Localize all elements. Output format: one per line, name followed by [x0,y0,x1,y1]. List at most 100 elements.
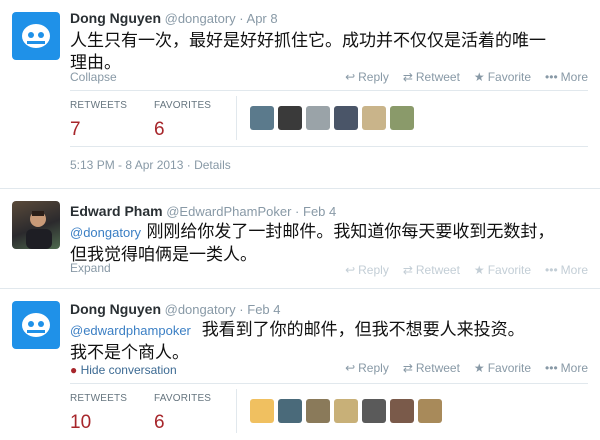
author-name[interactable]: Dong Nguyen [70,10,161,26]
separator-dot: · [239,302,244,317]
favoriter-avatars [250,106,414,130]
favorite-button[interactable]: ★ Favorite [474,263,531,277]
favoriter-avatar[interactable] [362,106,386,130]
favoriter-avatar[interactable] [306,399,330,423]
retweets-count: 10 [70,412,92,433]
author-name[interactable]: Edward Pham [70,203,163,219]
divider [70,146,588,147]
reply-icon: ↩ [345,70,356,84]
tweet-text-line: @dongatory 刚刚给你发了一封邮件。我知道你每天要收到无数封， [70,221,554,244]
reply-icon: ↩ [345,361,356,375]
favorites-count: 6 [154,412,165,433]
author-handle[interactable]: @dongatory [165,302,236,317]
tweet-stats: RETWEETS 10 FAVORITES 6 [70,393,238,434]
retweet-button[interactable]: ⇄ Retweet [403,70,460,84]
retweets-label: RETWEETS [70,393,128,404]
retweet-icon: ⇄ [402,361,413,375]
ellipsis-icon: ••• [545,361,558,375]
more-button[interactable]: ••• More [545,70,588,84]
tweet-header: Dong Nguyen @dongatory · Apr 8 [70,10,278,26]
retweet-label: Retweet [415,361,460,375]
ellipsis-icon: ••• [545,70,558,84]
favorite-label: Favorite [487,361,532,375]
tweet-date[interactable]: Apr 8 [247,11,278,26]
favoriter-avatar[interactable] [250,399,274,423]
retweet-label: Retweet [415,263,460,277]
favoriter-avatar[interactable] [334,399,358,423]
reply-label: Reply [358,361,389,375]
favorite-button[interactable]: ★ Favorite [474,70,531,84]
favoriter-avatar[interactable] [278,106,302,130]
reply-button[interactable]: ↩ Reply [345,263,389,277]
author-name[interactable]: Dong Nguyen [70,301,161,317]
tweet-text-line: @edwardphampoker 我看到了你的邮件，但我不想要人来投资。 [70,319,525,342]
favoriter-avatar[interactable] [278,399,302,423]
favorites-stat[interactable]: FAVORITES 6 [154,100,238,141]
favoriter-avatar[interactable] [250,106,274,130]
retweets-count: 7 [70,119,81,140]
favoriter-avatars [250,399,442,423]
tweet-text-segment: 刚刚给你发了一封邮件。我知道你每天要收到无数封， [146,222,555,242]
reply-button[interactable]: ↩ Reply [345,70,389,84]
tweet-text-line: 人生只有一次，最好是好好抓住它。成功并不仅仅是活着的唯一 [70,31,546,51]
divider [70,383,588,384]
avatar[interactable] [12,12,60,60]
tweet-3: Dong Nguyen @dongatory · Feb 4 @edwardph… [0,289,600,440]
retweets-stat[interactable]: RETWEETS 10 [70,393,154,434]
retweet-button[interactable]: ⇄ Retweet [403,263,460,277]
favoriter-avatar[interactable] [334,106,358,130]
favorite-button[interactable]: ★ Favorite [474,361,531,375]
more-button[interactable]: ••• More [545,361,588,375]
hide-conversation-link[interactable]: ● Hide conversation [70,363,177,377]
collapse-link[interactable]: Collapse [70,70,117,84]
tweet-actions: ↩ Reply ⇄ Retweet ★ Favorite ••• More [345,70,588,84]
tweet-stats: RETWEETS 7 FAVORITES 6 [70,100,238,141]
favorites-stat[interactable]: FAVORITES 6 [154,393,238,434]
expand-link[interactable]: Expand [70,261,111,275]
tweet-actions: ↩ Reply ⇄ Retweet ★ Favorite ••• More [345,263,588,277]
more-label: More [560,263,588,277]
reply-label: Reply [358,70,389,84]
reply-button[interactable]: ↩ Reply [345,361,389,375]
avatar[interactable] [12,201,60,249]
tweet-date[interactable]: Feb 4 [247,302,280,317]
tweet-1: Dong Nguyen @dongatory · Apr 8 人生只有一次，最好… [0,0,600,186]
retweet-icon: ⇄ [402,70,413,84]
tweet-text: @edwardphampoker 我看到了你的邮件，但我不想要人来投资。 我不是… [70,319,525,364]
favorite-label: Favorite [487,263,532,277]
retweets-stat[interactable]: RETWEETS 7 [70,100,154,141]
star-icon: ★ [473,361,485,375]
more-label: More [560,70,588,84]
bird-logo-icon [22,24,50,48]
favoriter-avatar[interactable] [390,106,414,130]
favoriter-avatar[interactable] [362,399,386,423]
bird-logo-icon [22,313,50,337]
favorites-label: FAVORITES [154,393,212,404]
avatar[interactable] [12,301,60,349]
retweet-button[interactable]: ⇄ Retweet [403,361,460,375]
mention-link[interactable]: @dongatory [70,225,141,240]
reply-label: Reply [358,263,389,277]
ellipsis-icon: ••• [545,263,558,277]
tweet-date[interactable]: Feb 4 [303,204,336,219]
more-button[interactable]: ••• More [545,263,588,277]
tweet-timestamp[interactable]: 5:13 PM - 8 Apr 2013 · Details [70,158,231,172]
tweet-2: Edward Pham @EdwardPhamPoker · Feb 4 @do… [0,189,600,285]
favoriter-avatar[interactable] [390,399,414,423]
mention-link[interactable]: @edwardphampoker [70,323,191,338]
tweet-text: @dongatory 刚刚给你发了一封邮件。我知道你每天要收到无数封， 但我觉得… [70,221,554,266]
retweet-label: Retweet [415,70,460,84]
divider [70,90,588,91]
author-handle[interactable]: @EdwardPhamPoker [166,204,291,219]
favorites-count: 6 [154,119,165,140]
retweet-icon: ⇄ [402,263,413,277]
stats-divider [236,96,237,140]
author-handle[interactable]: @dongatory [165,11,236,26]
hide-conversation-label: Hide conversation [80,363,177,377]
favoriter-avatar[interactable] [306,106,330,130]
favorites-label: FAVORITES [154,100,212,111]
star-icon: ★ [473,70,485,84]
tweet-actions: ↩ Reply ⇄ Retweet ★ Favorite ••• More [345,361,588,375]
person-photo-icon [26,211,52,249]
favoriter-avatar[interactable] [418,399,442,423]
